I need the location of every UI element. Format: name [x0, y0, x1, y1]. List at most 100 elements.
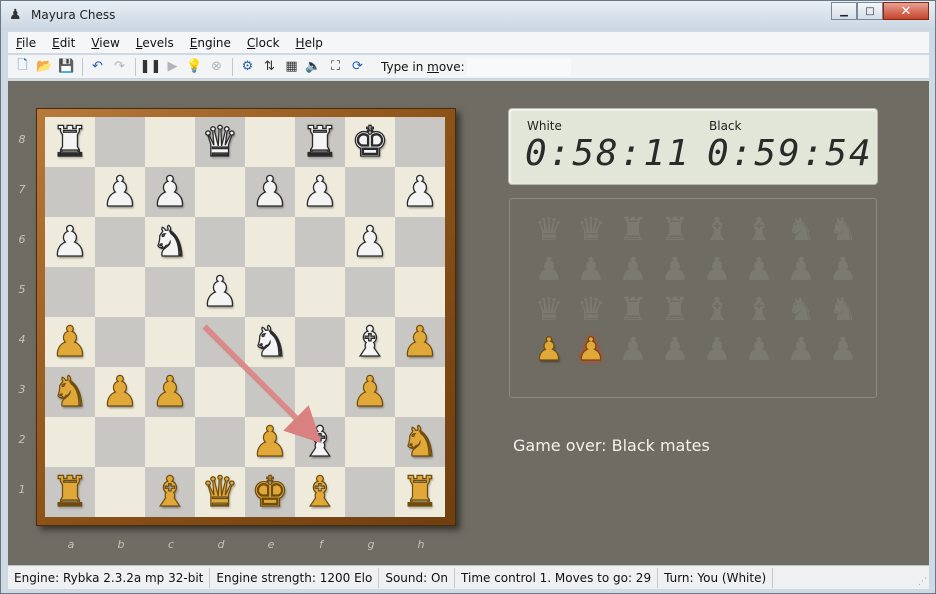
black-knight-icon[interactable]: ♞ [151, 216, 190, 267]
white-king-icon[interactable]: ♚ [251, 466, 290, 517]
square-f2[interactable]: ♝ [295, 416, 345, 467]
black-knight-icon[interactable]: ♞ [251, 316, 290, 367]
square-g6[interactable]: ♟ [345, 216, 395, 267]
black-bishop-icon[interactable]: ♝ [351, 316, 390, 367]
square-b3[interactable]: ♟ [95, 366, 145, 417]
flip-board-icon[interactable]: ⇅ [259, 58, 280, 76]
square-c6[interactable]: ♞ [145, 216, 195, 267]
square-e8[interactable] [245, 117, 295, 167]
square-g8[interactable]: ♚ [345, 116, 395, 167]
square-c5[interactable] [145, 267, 195, 317]
square-d5[interactable]: ♟ [195, 266, 245, 317]
square-f4[interactable] [295, 317, 345, 367]
fit-window-icon[interactable]: ⛶ [325, 58, 346, 76]
square-h6[interactable] [395, 217, 445, 267]
white-pawn-icon[interactable]: ♟ [401, 316, 440, 367]
options-icon[interactable]: ⚙ [237, 58, 258, 76]
square-h3[interactable] [395, 367, 445, 417]
square-d7[interactable] [195, 167, 245, 217]
menu-levels[interactable]: Levels [128, 36, 182, 50]
white-pawn-icon[interactable]: ♟ [101, 366, 140, 417]
square-f5[interactable] [295, 267, 345, 317]
square-f6[interactable] [295, 217, 345, 267]
square-f3[interactable] [295, 367, 345, 417]
redo-icon[interactable]: ↷ [109, 58, 130, 76]
move-input[interactable] [466, 57, 571, 76]
black-pawn-icon[interactable]: ♟ [51, 216, 90, 267]
black-rook-icon[interactable]: ♜ [301, 116, 340, 167]
white-knight-icon[interactable]: ♞ [51, 366, 90, 417]
black-pawn-icon[interactable]: ♟ [151, 166, 190, 217]
save-icon[interactable]: 💾 [56, 58, 77, 76]
square-e2[interactable]: ♟ [245, 416, 295, 467]
hint-bulb-icon[interactable]: 💡 [184, 58, 205, 76]
square-b5[interactable] [95, 267, 145, 317]
square-a6[interactable]: ♟ [45, 216, 95, 267]
square-e7[interactable]: ♟ [245, 166, 295, 217]
square-b1[interactable] [95, 467, 145, 517]
board-setup-icon[interactable]: ▦ [281, 58, 302, 76]
square-d6[interactable] [195, 217, 245, 267]
square-a8[interactable]: ♜ [45, 116, 95, 167]
square-b8[interactable] [95, 117, 145, 167]
black-pawn-icon[interactable]: ♟ [251, 166, 290, 217]
close-button[interactable]: ✕ [883, 2, 929, 20]
white-bishop-icon[interactable]: ♝ [301, 466, 340, 517]
white-pawn-icon[interactable]: ♟ [351, 366, 390, 417]
square-e3[interactable] [245, 367, 295, 417]
swap-sides-icon[interactable]: ⟳ [347, 58, 368, 76]
square-a1[interactable]: ♜ [45, 466, 95, 517]
play-icon[interactable]: ▶ [162, 58, 183, 76]
square-e5[interactable] [245, 267, 295, 317]
menu-view[interactable]: View [83, 36, 127, 50]
square-g4[interactable]: ♝ [345, 316, 395, 367]
menu-help[interactable]: Help [288, 36, 331, 50]
black-pawn-icon[interactable]: ♟ [401, 166, 440, 217]
black-rook-icon[interactable]: ♜ [51, 116, 90, 167]
white-pawn-icon[interactable]: ♟ [151, 366, 190, 417]
black-pawn-icon[interactable]: ♟ [101, 166, 140, 217]
new-icon[interactable]: 🗋 [12, 58, 33, 76]
square-a3[interactable]: ♞ [45, 366, 95, 417]
menu-clock[interactable]: Clock [239, 36, 288, 50]
square-d8[interactable]: ♛ [195, 116, 245, 167]
square-c7[interactable]: ♟ [145, 166, 195, 217]
square-c2[interactable] [145, 417, 195, 467]
square-b2[interactable] [95, 417, 145, 467]
square-a4[interactable]: ♟ [45, 316, 95, 367]
square-a7[interactable] [45, 167, 95, 217]
menu-engine[interactable]: Engine [182, 36, 239, 50]
square-c3[interactable]: ♟ [145, 366, 195, 417]
square-g7[interactable] [345, 167, 395, 217]
white-rook-icon[interactable]: ♜ [51, 466, 90, 517]
square-a2[interactable] [45, 417, 95, 467]
game-clock[interactable]: White 0:58:11 Black 0:59:54 [508, 108, 878, 185]
square-h2[interactable]: ♞ [395, 416, 445, 467]
white-rook-icon[interactable]: ♜ [401, 466, 440, 517]
white-knight-icon[interactable]: ♞ [401, 416, 440, 467]
square-c1[interactable]: ♝ [145, 466, 195, 517]
square-f7[interactable]: ♟ [295, 166, 345, 217]
square-b4[interactable] [95, 317, 145, 367]
black-king-icon[interactable]: ♚ [351, 116, 390, 167]
black-pawn-icon[interactable]: ♟ [301, 166, 340, 217]
square-d3[interactable] [195, 367, 245, 417]
square-e4[interactable]: ♞ [245, 316, 295, 367]
chess-board[interactable]: ♜ ♛ ♜ ♚ ♟ ♟ ♟ ♟ ♟ ♟ ♞ ♟ ♟ ♟ ♞ ♝ ♟ ♞ ♟ ♟ ♟ ♟ ♝ ♞ ♜ ♝ ♛ ♚ ♝ ♜ [45, 116, 445, 517]
black-bishop-icon[interactable]: ♝ [301, 416, 340, 467]
resize-grip-icon[interactable]: ⋰ [918, 577, 927, 587]
square-g1[interactable] [345, 467, 395, 517]
white-pawn-icon[interactable]: ♟ [51, 316, 90, 367]
square-h5[interactable] [395, 267, 445, 317]
square-d4[interactable] [195, 317, 245, 367]
white-queen-icon[interactable]: ♛ [201, 466, 240, 517]
square-e1[interactable]: ♚ [245, 466, 295, 517]
black-queen-icon[interactable]: ♛ [201, 116, 240, 167]
square-b7[interactable]: ♟ [95, 166, 145, 217]
square-c4[interactable] [145, 317, 195, 367]
square-a5[interactable] [45, 267, 95, 317]
square-d1[interactable]: ♛ [195, 466, 245, 517]
title-bar[interactable]: ♟ Mayura Chess ▁ □ ✕ [1, 1, 935, 30]
maximize-button[interactable]: □ [857, 2, 883, 20]
square-g2[interactable] [345, 417, 395, 467]
